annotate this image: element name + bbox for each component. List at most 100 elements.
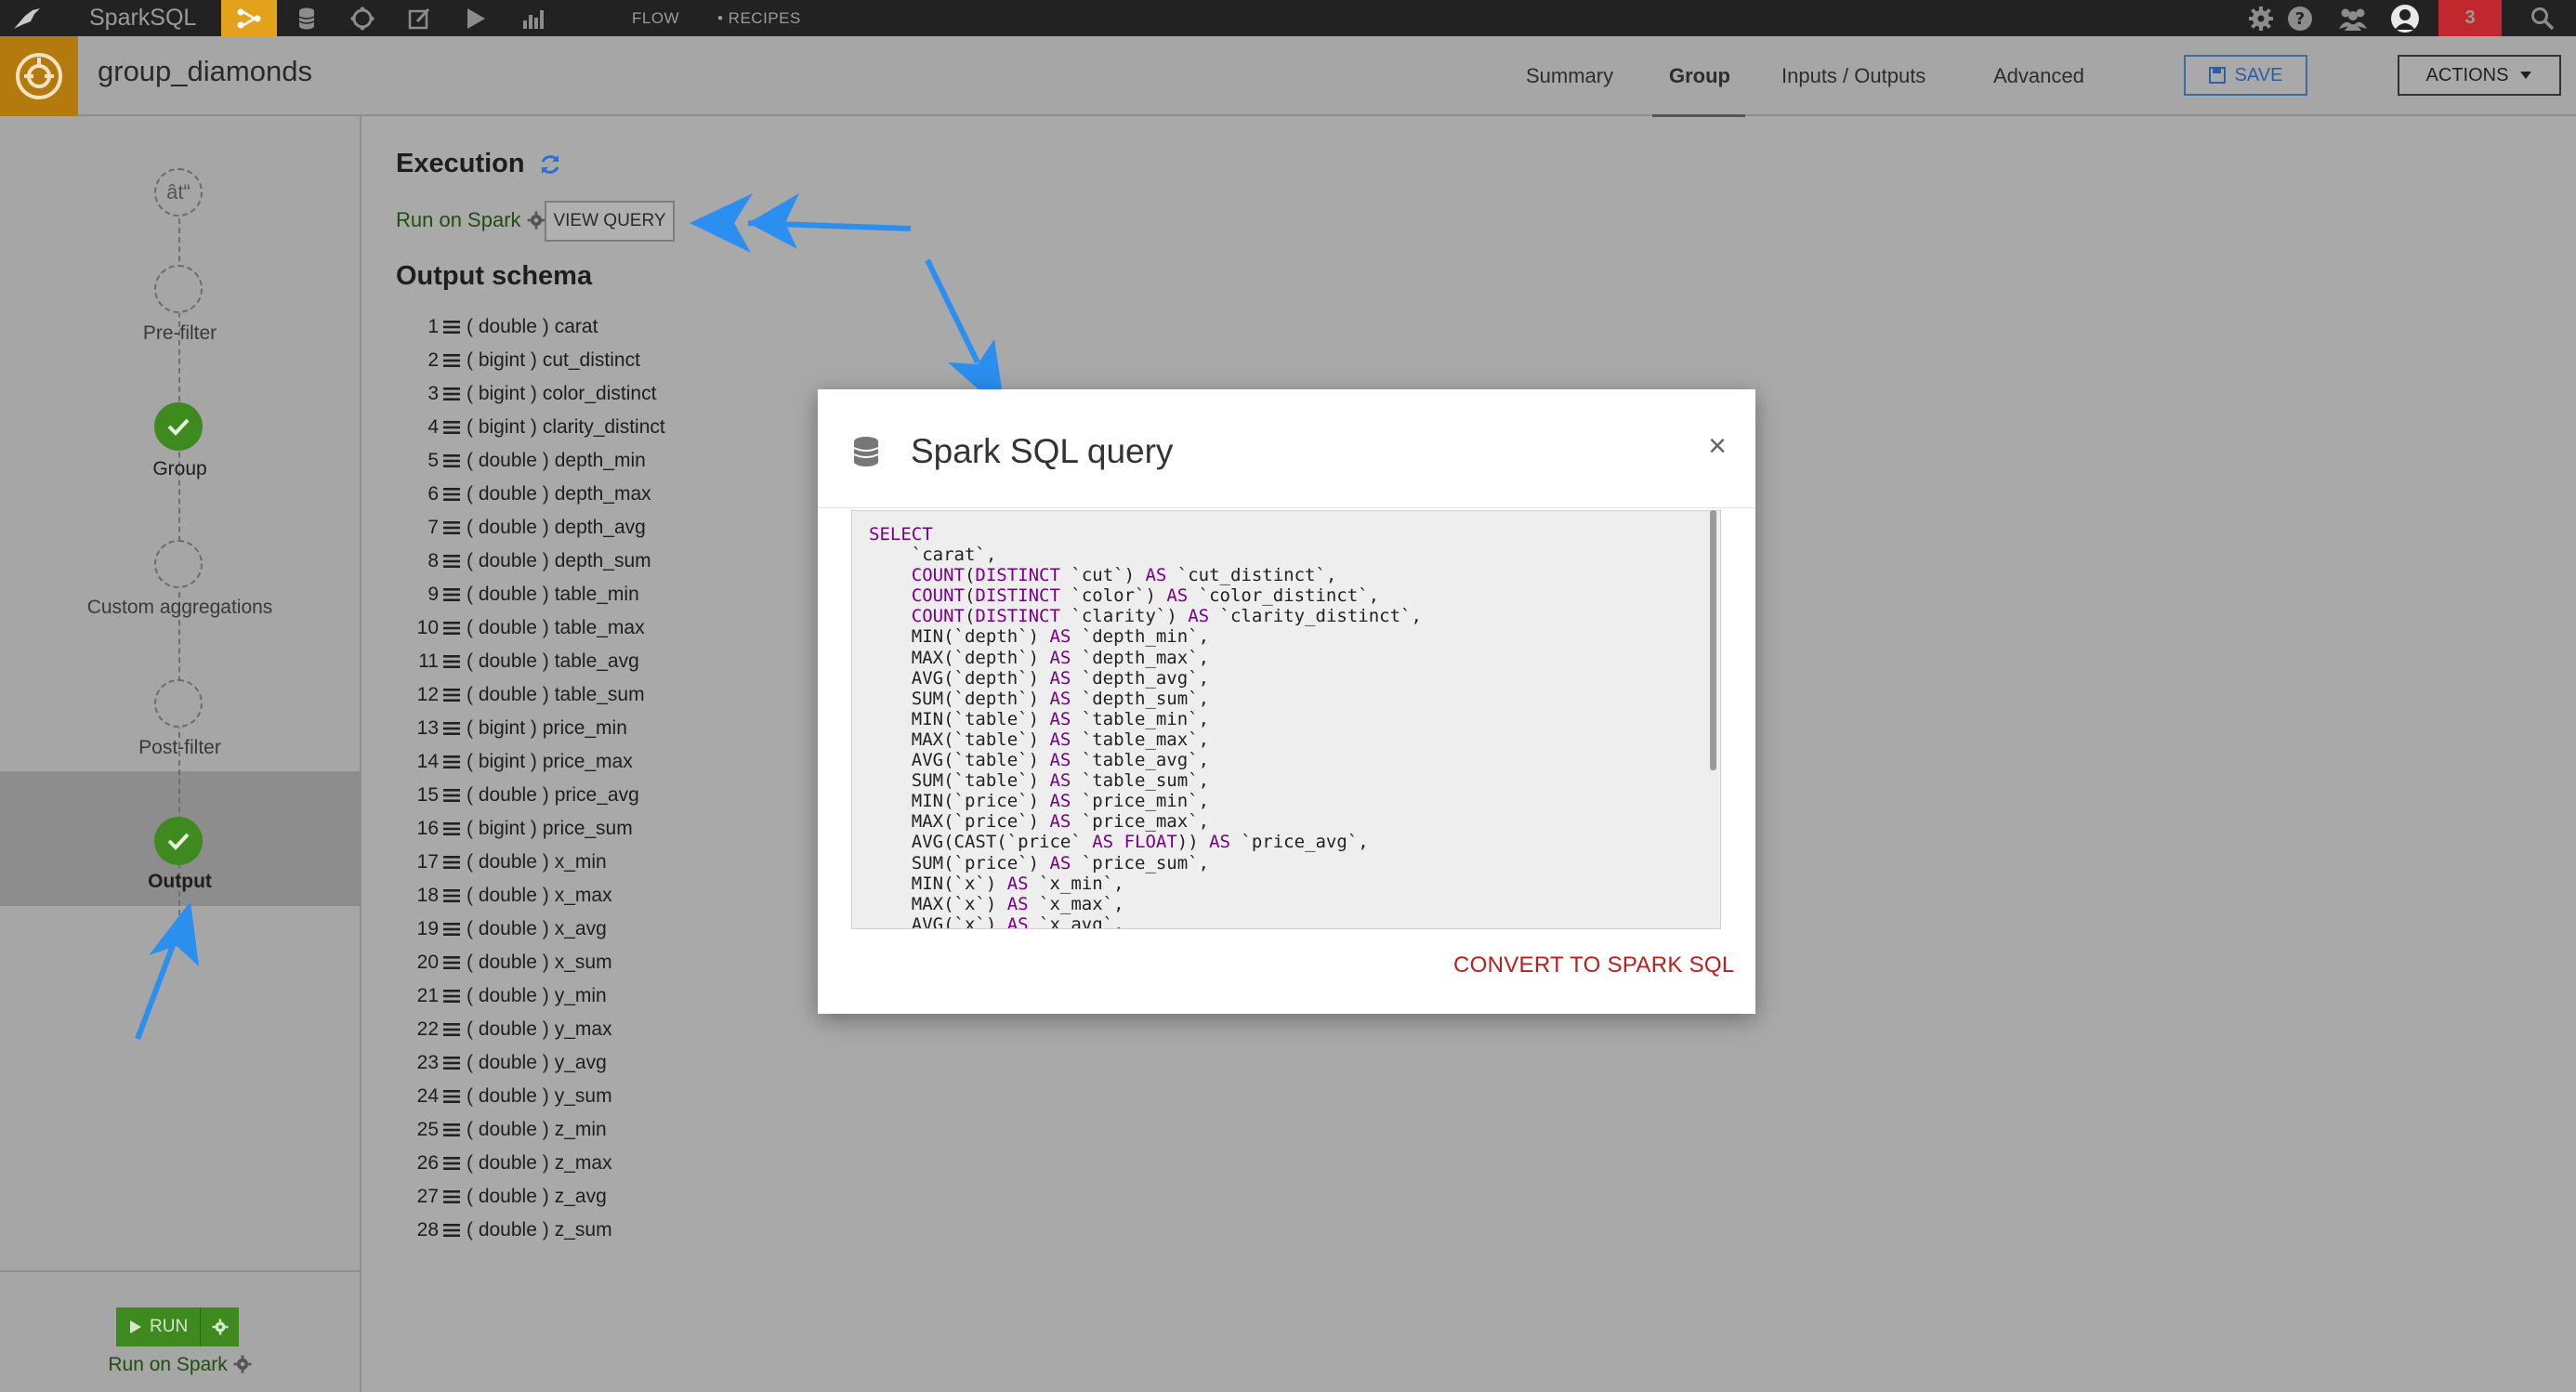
flow-icon[interactable] xyxy=(221,0,277,36)
datasets-icon[interactable] xyxy=(288,0,325,36)
drag-handle-icon[interactable] xyxy=(439,353,465,368)
save-button[interactable]: SAVE xyxy=(2184,55,2307,96)
schema-row[interactable]: 10 ( double ) table_max xyxy=(396,611,665,645)
step-postfilter-circle[interactable] xyxy=(154,679,203,728)
drag-handle-icon[interactable] xyxy=(439,855,465,870)
drag-handle-icon[interactable] xyxy=(439,1022,465,1037)
schema-column-name[interactable]: cut_distinct xyxy=(543,349,640,372)
schema-row[interactable]: 9 ( double ) table_min xyxy=(396,578,665,611)
schema-column-name[interactable]: depth_min xyxy=(555,450,646,472)
gear-icon[interactable] xyxy=(2245,0,2277,36)
drag-handle-icon[interactable] xyxy=(439,1056,465,1070)
schema-row[interactable]: 8 ( double ) depth_sum xyxy=(396,545,665,578)
drag-handle-icon[interactable] xyxy=(439,654,465,669)
drag-handle-icon[interactable] xyxy=(439,1123,465,1137)
step-custom-aggregations-label[interactable]: Custom aggregations xyxy=(0,597,360,619)
schema-column-name[interactable]: clarity_distinct xyxy=(543,416,665,439)
drag-handle-icon[interactable] xyxy=(439,453,465,468)
schema-column-name[interactable]: table_avg xyxy=(555,650,639,673)
schema-column-name[interactable]: y_avg xyxy=(555,1052,607,1074)
schema-row[interactable]: 25 ( double ) z_min xyxy=(396,1113,665,1147)
drag-handle-icon[interactable] xyxy=(439,520,465,535)
tab-summary[interactable]: Summary xyxy=(1526,64,1613,88)
input-step-icon[interactable]: ât“ xyxy=(154,168,203,217)
run-button[interactable]: RUN xyxy=(116,1307,239,1346)
run-engine-link[interactable]: Run on Spark xyxy=(396,208,545,232)
schema-row[interactable]: 28 ( double ) z_sum xyxy=(396,1214,665,1247)
drag-handle-icon[interactable] xyxy=(439,1089,465,1104)
code-scrollbar-thumb[interactable] xyxy=(1710,510,1716,770)
drag-handle-icon[interactable] xyxy=(439,721,465,736)
step-output-check-icon[interactable] xyxy=(154,817,203,865)
step-group-label[interactable]: Group xyxy=(0,458,360,480)
drag-handle-icon[interactable] xyxy=(439,955,465,970)
drag-handle-icon[interactable] xyxy=(439,621,465,636)
drag-handle-icon[interactable] xyxy=(439,755,465,769)
drag-handle-icon[interactable] xyxy=(439,788,465,803)
schema-row[interactable]: 17 ( double ) x_min xyxy=(396,846,665,879)
drag-handle-icon[interactable] xyxy=(439,1223,465,1238)
schema-column-name[interactable]: z_max xyxy=(555,1152,612,1175)
schema-column-name[interactable]: table_sum xyxy=(555,684,645,706)
tab-group[interactable]: Group xyxy=(1669,64,1730,88)
notification-count-badge[interactable]: 3 xyxy=(2438,0,2502,36)
sql-code-viewer[interactable]: SELECT `carat`, COUNT(DISTINCT `cut`) AS… xyxy=(851,510,1721,929)
notebooks-icon[interactable] xyxy=(401,0,439,36)
schema-column-name[interactable]: x_min xyxy=(555,851,607,873)
schema-row[interactable]: 15 ( double ) price_avg xyxy=(396,779,665,812)
drag-handle-icon[interactable] xyxy=(439,487,465,502)
schema-column-name[interactable]: x_sum xyxy=(555,952,612,974)
schema-row[interactable]: 23 ( double ) y_avg xyxy=(396,1046,665,1080)
tab-advanced[interactable]: Advanced xyxy=(1993,64,2084,88)
schema-column-name[interactable]: carat xyxy=(555,316,598,338)
schema-row[interactable]: 6 ( double ) depth_max xyxy=(396,478,665,511)
schema-row[interactable]: 20 ( double ) x_sum xyxy=(396,946,665,979)
schema-row[interactable]: 14 ( bigint ) price_max xyxy=(396,745,665,779)
search-icon[interactable] xyxy=(2524,0,2561,36)
schema-row[interactable]: 5 ( double ) depth_min xyxy=(396,444,665,478)
drag-handle-icon[interactable] xyxy=(439,387,465,401)
schema-column-name[interactable]: depth_avg xyxy=(555,517,646,539)
step-postfilter-label[interactable]: Post-filter xyxy=(0,737,360,759)
drag-handle-icon[interactable] xyxy=(439,554,465,569)
schema-column-name[interactable]: price_min xyxy=(543,717,627,740)
schema-row[interactable]: 13 ( bigint ) price_min xyxy=(396,712,665,745)
recipe-name[interactable]: group_diamonds xyxy=(98,55,312,88)
dss-bird-logo-icon[interactable] xyxy=(0,0,56,36)
recipes-breadcrumb-link[interactable]: • RECIPES xyxy=(717,0,801,36)
schema-row[interactable]: 19 ( double ) x_avg xyxy=(396,913,665,946)
project-name-link[interactable]: SparkSQL xyxy=(89,0,196,36)
drag-handle-icon[interactable] xyxy=(439,420,465,435)
schema-column-name[interactable]: color_distinct xyxy=(543,383,657,405)
schema-column-name[interactable]: z_min xyxy=(555,1119,607,1141)
recipes-icon[interactable] xyxy=(344,0,381,36)
schema-column-name[interactable]: y_sum xyxy=(555,1085,612,1108)
schema-column-name[interactable]: x_avg xyxy=(555,918,607,940)
tab-inputs-outputs[interactable]: Inputs / Outputs xyxy=(1781,64,1925,88)
schema-row[interactable]: 4 ( bigint ) clarity_distinct xyxy=(396,411,665,444)
drag-handle-icon[interactable] xyxy=(439,888,465,903)
schema-row[interactable]: 26 ( double ) z_max xyxy=(396,1147,665,1180)
step-prefilter-circle[interactable] xyxy=(154,265,203,313)
schema-row[interactable]: 24 ( double ) y_sum xyxy=(396,1080,665,1113)
drag-handle-icon[interactable] xyxy=(439,1156,465,1171)
drag-handle-icon[interactable] xyxy=(439,1189,465,1204)
run-settings-gear-icon[interactable] xyxy=(201,1319,239,1335)
drag-handle-icon[interactable] xyxy=(439,320,465,335)
schema-row[interactable]: 2 ( bigint ) cut_distinct xyxy=(396,344,665,377)
actions-dropdown-button[interactable]: ACTIONS xyxy=(2398,55,2561,96)
schema-row[interactable]: 7 ( double ) depth_avg xyxy=(396,511,665,545)
close-icon[interactable]: × xyxy=(1699,428,1736,465)
schema-row[interactable]: 12 ( double ) table_sum xyxy=(396,678,665,712)
schema-column-name[interactable]: depth_sum xyxy=(555,550,651,572)
schema-column-name[interactable]: price_max xyxy=(543,751,633,773)
schema-column-name[interactable]: depth_max xyxy=(555,483,651,506)
view-query-button[interactable]: VIEW QUERY xyxy=(545,201,675,242)
drag-handle-icon[interactable] xyxy=(439,821,465,836)
run-engine-link-bottom[interactable]: Run on Spark xyxy=(0,1354,360,1376)
schema-column-name[interactable]: table_min xyxy=(555,584,639,606)
drag-handle-icon[interactable] xyxy=(439,688,465,703)
schema-column-name[interactable]: y_max xyxy=(555,1018,612,1041)
schema-row[interactable]: 21 ( double ) y_min xyxy=(396,979,665,1013)
schema-row[interactable]: 18 ( double ) x_max xyxy=(396,879,665,913)
